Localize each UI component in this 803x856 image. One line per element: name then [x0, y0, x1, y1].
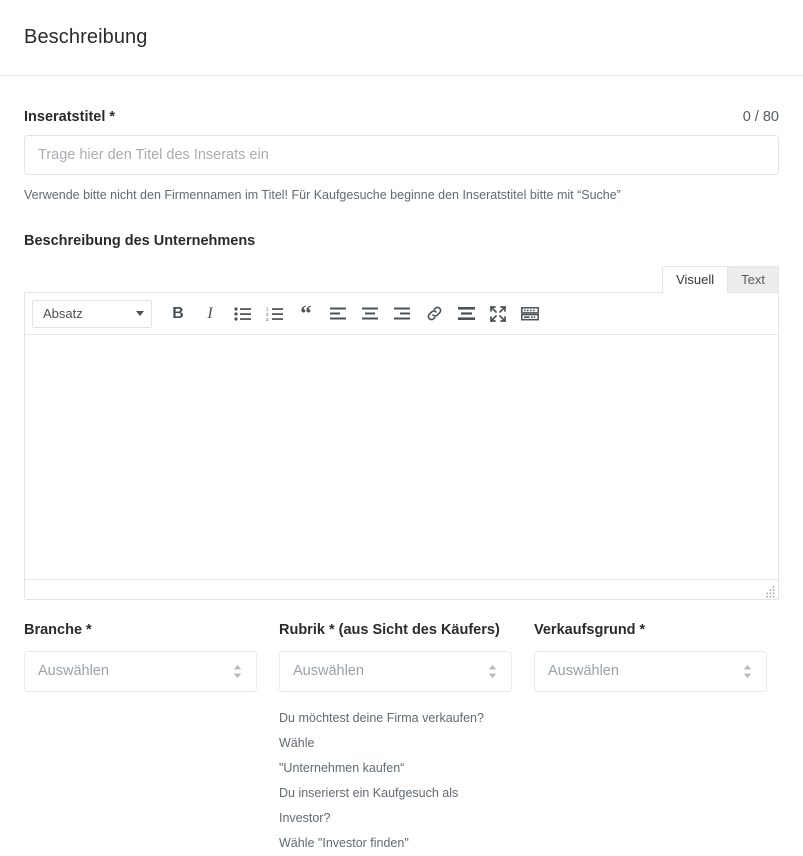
- rubrik-help-line: Du inserierst ein Kaufgesuch als Investo…: [279, 785, 459, 825]
- align-center-icon[interactable]: [354, 300, 386, 328]
- ordered-list-icon[interactable]: 1 2 3: [258, 300, 290, 328]
- rubrik-help-line: "Unternehmen kaufen“: [279, 760, 405, 775]
- branche-label: Branche *: [24, 621, 92, 638]
- align-left-svg: [330, 307, 346, 320]
- rubrik-select-value: Auswählen: [293, 663, 364, 680]
- branche-select[interactable]: Auswählen: [24, 650, 257, 692]
- blockquote-icon[interactable]: “: [290, 300, 322, 328]
- tab-visuell[interactable]: Visuell: [662, 265, 729, 293]
- unordered-list-svg: [233, 307, 251, 321]
- rubrik-select[interactable]: Auswählen: [279, 650, 512, 692]
- chevron-updown-svg: [743, 664, 752, 678]
- title-help-text: Verwende bitte nicht den Firmennamen im …: [24, 188, 621, 202]
- select-arrows-icon: [742, 664, 753, 679]
- verkaufsgrund-select-value: Auswählen: [548, 663, 619, 680]
- keyboard-svg: [521, 306, 539, 321]
- editor-box: Absatz B I 1 2 3 “: [24, 291, 779, 600]
- tab-text[interactable]: Text: [727, 265, 779, 293]
- title-char-counter: 0 / 80: [742, 109, 779, 125]
- select-columns: Branche * Auswählen Rubrik * (aus Sicht …: [0, 622, 803, 856]
- read-more-svg: [457, 307, 475, 321]
- align-center-svg: [362, 307, 378, 320]
- select-arrows-icon: [232, 664, 243, 679]
- section-header: Beschreibung: [0, 0, 803, 76]
- link-svg: [427, 307, 441, 321]
- select-arrows-icon: [487, 664, 498, 679]
- page-title: Beschreibung: [24, 26, 148, 48]
- bold-icon[interactable]: B: [162, 300, 194, 328]
- paragraph-format-select[interactable]: Absatz: [32, 299, 152, 328]
- rubrik-help-line: Wähle "Investor finden": [279, 835, 409, 850]
- read-more-icon[interactable]: [450, 300, 482, 328]
- branche-select-value: Auswählen: [38, 663, 109, 680]
- rubrik-help-text: Du möchtest deine Firma verkaufen? Wähle…: [279, 706, 512, 856]
- paragraph-format-value: Absatz: [43, 306, 83, 322]
- fullscreen-icon[interactable]: [482, 300, 514, 328]
- ordered-list-svg: 1 2 3: [266, 307, 283, 321]
- verkaufsgrund-select[interactable]: Auswählen: [534, 650, 767, 692]
- rich-text-editor: Visuell Text Absatz B I 1 2 3 “: [24, 265, 779, 600]
- editor-tab-list: Visuell Text: [24, 265, 779, 293]
- column-verkaufsgrund: Verkaufsgrund * Auswählen: [534, 622, 767, 856]
- form-body: Inseratstitel * 0 / 80 Verwende bitte ni…: [0, 76, 803, 600]
- blockquote-glyph: “: [300, 301, 312, 327]
- description-heading: Beschreibung des Unternehmens: [24, 232, 256, 249]
- editor-statusbar: [25, 579, 778, 599]
- unordered-list-icon[interactable]: [226, 300, 258, 328]
- fullscreen-svg: [490, 306, 506, 322]
- editor-content-area[interactable]: [25, 334, 778, 580]
- title-field-label: Inseratstitel *: [24, 109, 116, 125]
- resize-handle-icon[interactable]: [763, 585, 776, 598]
- rubrik-help-line: Du möchtest deine Firma verkaufen? Wähle: [279, 710, 484, 750]
- bold-glyph: B: [172, 304, 184, 322]
- svg-text:3: 3: [266, 317, 269, 321]
- chevron-down-icon: [136, 311, 144, 317]
- italic-icon[interactable]: I: [194, 300, 226, 328]
- editor-toolbar: Absatz B I 1 2 3 “: [25, 292, 778, 335]
- title-field-row: Inseratstitel * 0 / 80: [24, 76, 779, 125]
- keyboard-shortcuts-icon[interactable]: [514, 300, 546, 328]
- align-right-icon[interactable]: [386, 300, 418, 328]
- verkaufsgrund-label: Verkaufsgrund *: [534, 621, 646, 638]
- rubrik-label: Rubrik * (aus Sicht des Käufers): [279, 621, 500, 638]
- align-right-svg: [394, 307, 410, 320]
- italic-glyph: I: [207, 304, 213, 322]
- align-left-icon[interactable]: [322, 300, 354, 328]
- link-icon[interactable]: [418, 300, 450, 328]
- column-rubrik: Rubrik * (aus Sicht des Käufers) Auswähl…: [279, 622, 512, 856]
- column-branche: Branche * Auswählen: [24, 622, 257, 856]
- title-input[interactable]: [24, 135, 779, 175]
- chevron-updown-svg: [488, 664, 497, 678]
- chevron-updown-svg: [233, 664, 242, 678]
